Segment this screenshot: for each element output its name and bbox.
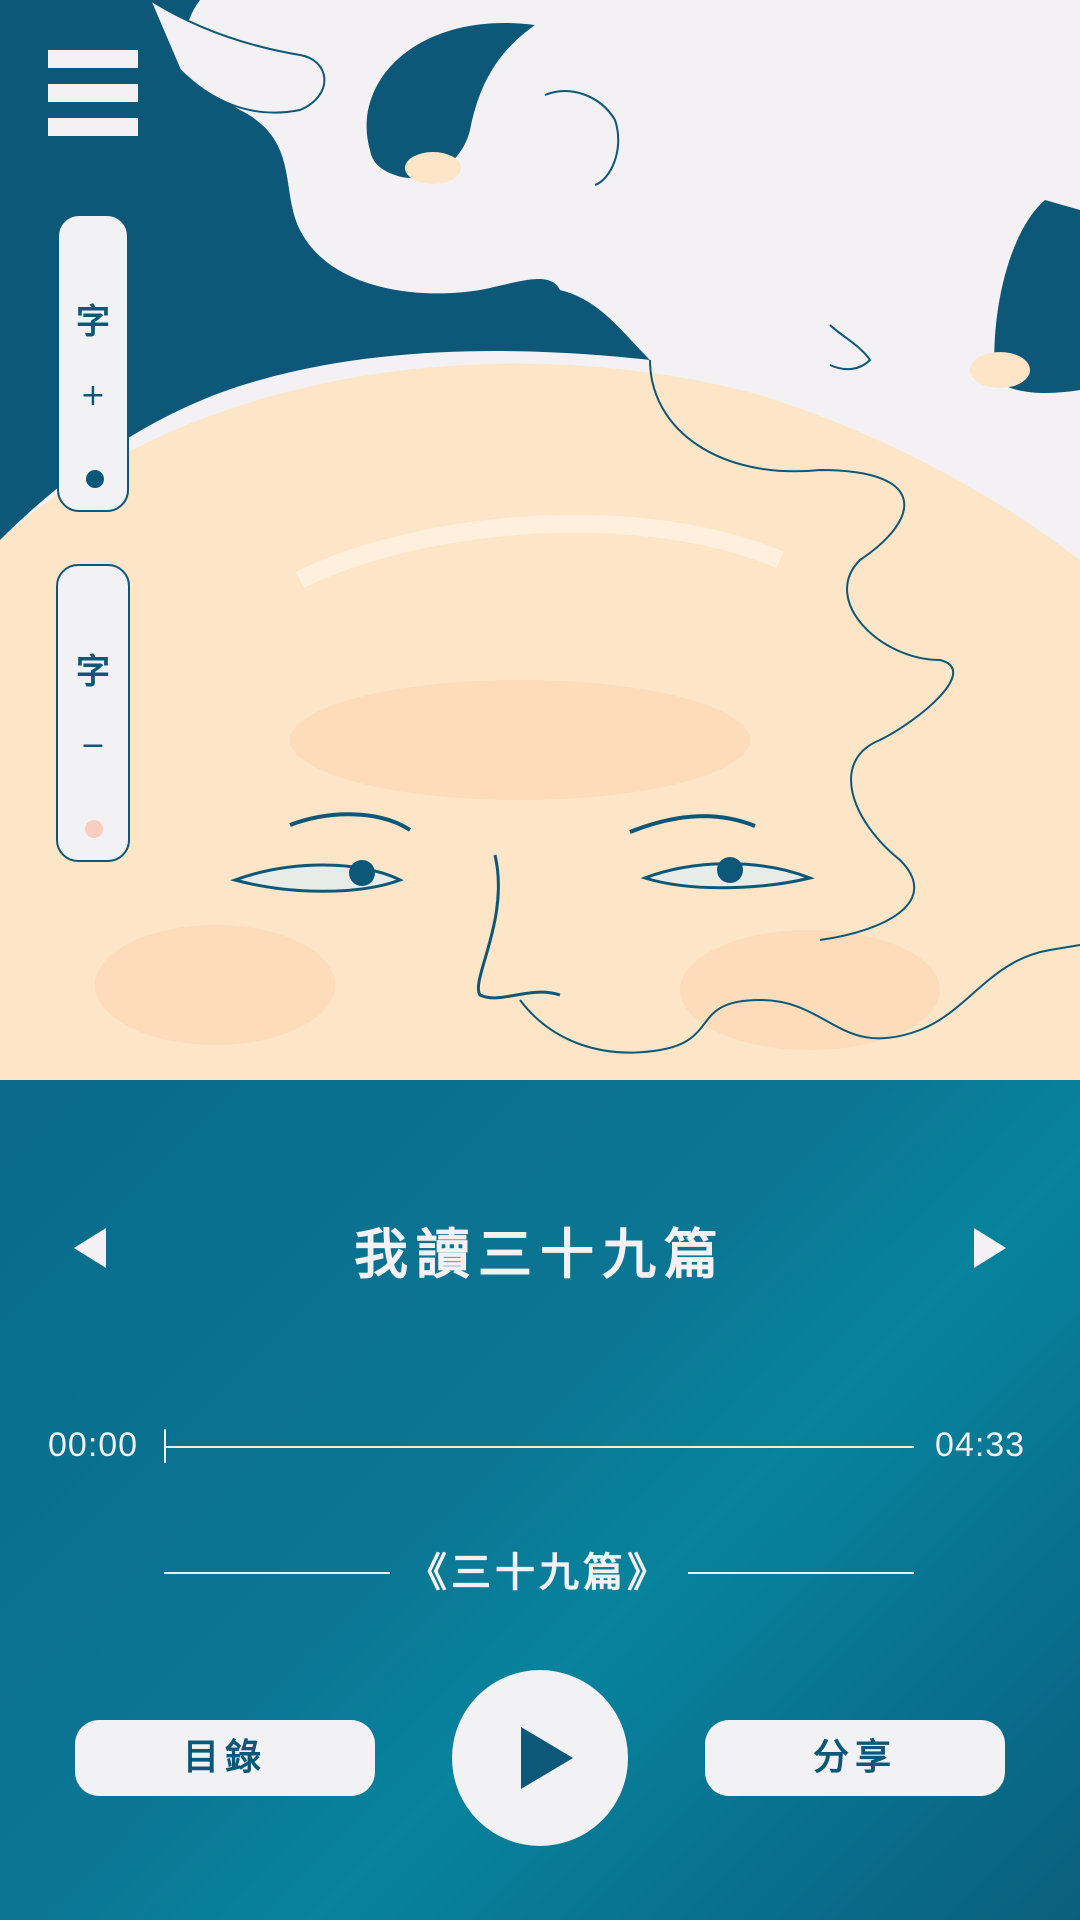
menu-bar (48, 118, 138, 136)
table-of-contents-button[interactable]: 目錄 (75, 1720, 375, 1796)
current-time: 00:00 (48, 1426, 139, 1464)
menu-bar (48, 50, 138, 68)
play-button[interactable] (452, 1670, 628, 1846)
share-button[interactable]: 分享 (705, 1720, 1005, 1796)
next-track-icon[interactable] (974, 1228, 1006, 1268)
decrease-font-size-button[interactable]: 字 − (56, 564, 130, 862)
plus-icon: + (80, 378, 106, 413)
progress-bar[interactable] (164, 1446, 914, 1448)
font-size-indicator-dot (85, 820, 103, 838)
previous-track-icon[interactable] (74, 1228, 106, 1268)
hamburger-menu-icon[interactable] (48, 48, 138, 138)
font-size-indicator-dot (86, 470, 104, 488)
cover-illustration: 字 + 字 − (0, 0, 1080, 1080)
minus-icon: − (80, 728, 106, 763)
track-title: 我讀三十九篇 (354, 1223, 726, 1286)
menu-bar (48, 84, 138, 102)
play-icon (521, 1727, 573, 1789)
font-char-label: 字 (76, 652, 110, 692)
audio-player-panel: 我讀三十九篇 00:00 04:33 《三十九篇》 目錄 分享 (0, 1080, 1080, 1920)
book-title-row: 《三十九篇》 (164, 1543, 914, 1603)
book-title: 《三十九篇》 (407, 1550, 671, 1596)
progress-handle[interactable] (164, 1429, 166, 1463)
illustration-art (0, 0, 1080, 1080)
divider-line (164, 1572, 390, 1574)
divider-line (688, 1572, 914, 1574)
increase-font-size-button[interactable]: 字 + (57, 214, 129, 512)
font-char-label: 字 (76, 302, 110, 342)
total-time: 04:33 (935, 1426, 1026, 1464)
